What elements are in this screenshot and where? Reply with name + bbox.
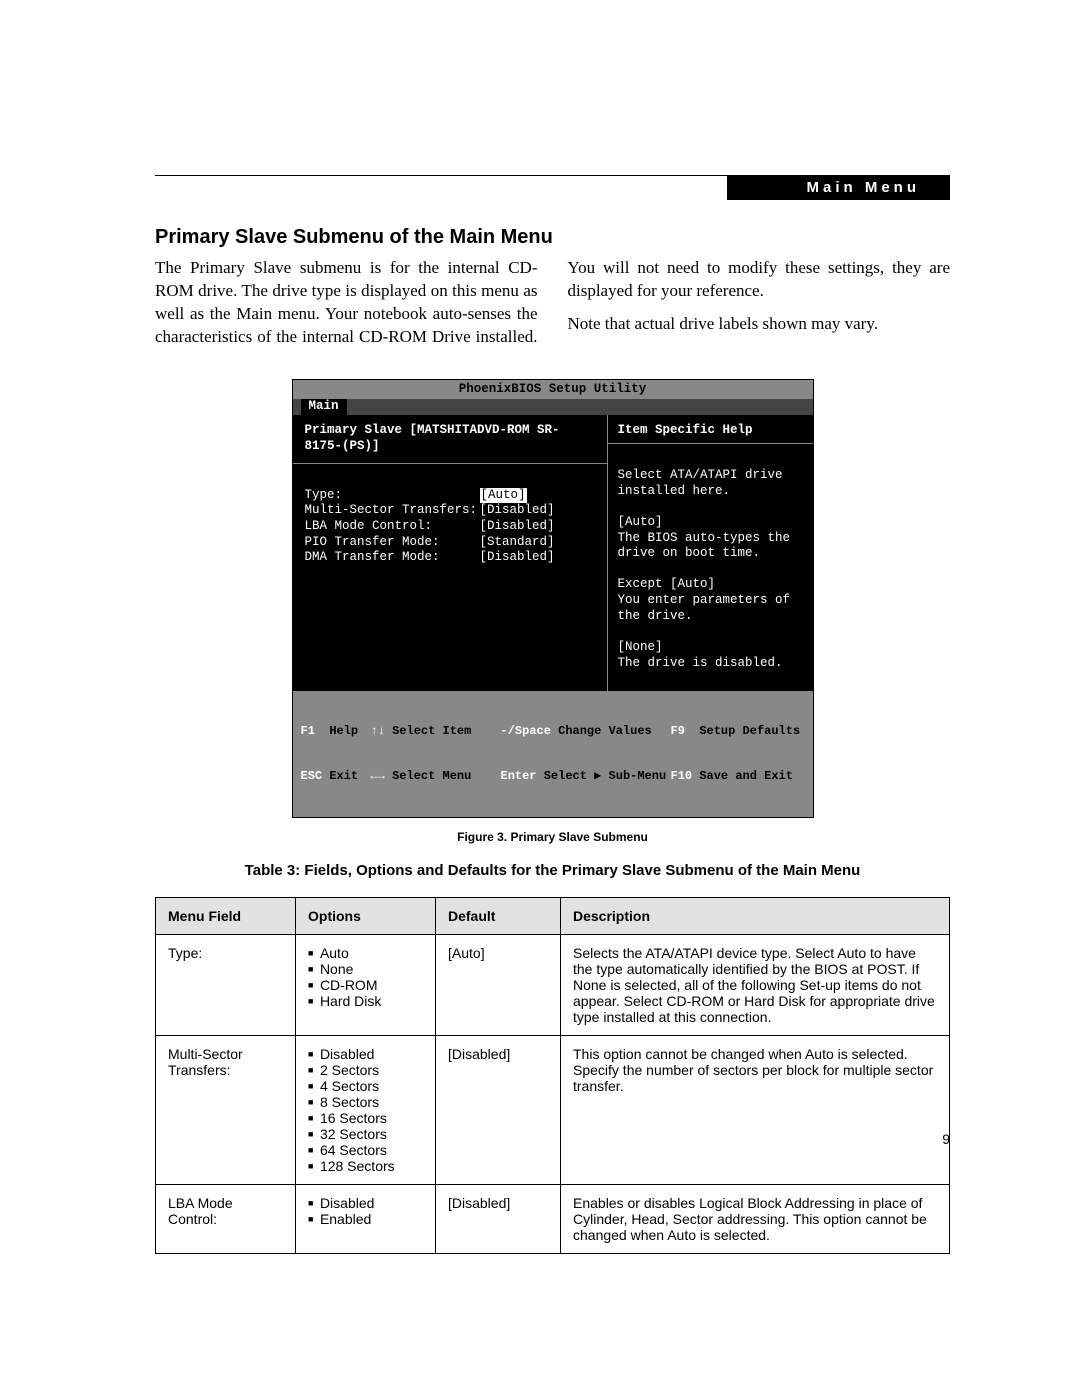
- table-caption: Table 3: Fields, Options and Defaults fo…: [155, 862, 950, 879]
- cell-menu-field: LBA Mode Control:: [156, 1185, 296, 1254]
- option-item: 128 Sectors: [308, 1158, 423, 1174]
- bios-help-line: [618, 562, 803, 578]
- cell-options: DisabledEnabled: [296, 1185, 436, 1254]
- option-item: Disabled: [308, 1046, 423, 1062]
- cell-options: Disabled2 Sectors4 Sectors8 Sectors16 Se…: [296, 1036, 436, 1185]
- th-menu-field: Menu Field: [156, 898, 296, 935]
- option-item: 2 Sectors: [308, 1062, 423, 1078]
- bios-help-line: the drive.: [618, 609, 803, 625]
- table-row: Multi-Sector Transfers:Disabled2 Sectors…: [156, 1036, 950, 1185]
- option-item: Enabled: [308, 1211, 423, 1227]
- th-options: Options: [296, 898, 436, 935]
- bios-help-line: You enter parameters of: [618, 593, 803, 609]
- bios-field-row: Type:[Auto]: [305, 488, 597, 504]
- bios-left-panel: Primary Slave [MATSHITADVD-ROM SR-8175-(…: [293, 415, 607, 691]
- bios-footer: F1 Help ↑↓ Select Item -/Space Change Va…: [293, 691, 813, 817]
- bios-tab-row: Main: [293, 399, 813, 415]
- bios-field-value: [Disabled]: [480, 503, 555, 519]
- cell-description: Selects the ATA/ATAPI device type. Selec…: [561, 935, 950, 1036]
- figure-caption: Figure 3. Primary Slave Submenu: [155, 830, 950, 844]
- bios-help-line: [618, 624, 803, 640]
- option-item: Auto: [308, 945, 423, 961]
- header-rule: Main Menu: [155, 175, 950, 176]
- cell-options: AutoNoneCD-ROMHard Disk: [296, 935, 436, 1036]
- table-row: LBA Mode Control:DisabledEnabled[Disable…: [156, 1185, 950, 1254]
- bios-help-line: [618, 499, 803, 515]
- bios-field-value: [Auto]: [480, 488, 527, 504]
- cell-default: [Disabled]: [436, 1036, 561, 1185]
- bios-field-row: Multi-Sector Transfers:[Disabled]: [305, 503, 597, 519]
- option-item: 4 Sectors: [308, 1078, 423, 1094]
- options-table: Menu Field Options Default Description T…: [155, 897, 950, 1254]
- page-number: 9: [942, 1131, 950, 1147]
- th-description: Description: [561, 898, 950, 935]
- bios-help-line: Select ATA/ATAPI drive: [618, 468, 803, 484]
- bios-help-line: installed here.: [618, 484, 803, 500]
- option-item: 64 Sectors: [308, 1142, 423, 1158]
- bios-field-row: PIO Transfer Mode:[Standard]: [305, 535, 597, 551]
- cell-default: [Disabled]: [436, 1185, 561, 1254]
- bios-help-line: The BIOS auto-types the: [618, 531, 803, 547]
- bios-field-row: DMA Transfer Mode:[Disabled]: [305, 550, 597, 566]
- option-item: Hard Disk: [308, 993, 423, 1009]
- bios-field-row: LBA Mode Control:[Disabled]: [305, 519, 597, 535]
- cell-default: [Auto]: [436, 935, 561, 1036]
- bios-help-line: [None]: [618, 640, 803, 656]
- bios-help-line: The drive is disabled.: [618, 656, 803, 672]
- bios-left-header: Primary Slave [MATSHITADVD-ROM SR-8175-(…: [305, 423, 597, 466]
- bios-help-line: Except [Auto]: [618, 577, 803, 593]
- cell-menu-field: Type:: [156, 935, 296, 1036]
- bios-field-key: LBA Mode Control:: [305, 519, 480, 535]
- option-item: 8 Sectors: [308, 1094, 423, 1110]
- bios-field-value: [Standard]: [480, 535, 555, 551]
- bios-help-line: [Auto]: [618, 515, 803, 531]
- table-row: Type:AutoNoneCD-ROMHard Disk[Auto]Select…: [156, 935, 950, 1036]
- header-bar: Main Menu: [727, 175, 951, 200]
- bios-help-panel: Item Specific Help Select ATA/ATAPI driv…: [607, 415, 813, 691]
- option-item: CD-ROM: [308, 977, 423, 993]
- cell-description: Enables or disables Logical Block Addres…: [561, 1185, 950, 1254]
- body-columns: The Primary Slave submenu is for the int…: [155, 257, 950, 349]
- bios-field-key: Multi-Sector Transfers:: [305, 503, 480, 519]
- th-default: Default: [436, 898, 561, 935]
- bios-screenshot: PhoenixBIOS Setup Utility Main Primary S…: [292, 379, 814, 818]
- bios-help-line: drive on boot time.: [618, 546, 803, 562]
- option-item: 16 Sectors: [308, 1110, 423, 1126]
- option-item: None: [308, 961, 423, 977]
- bios-field-value: [Disabled]: [480, 550, 555, 566]
- cell-menu-field: Multi-Sector Transfers:: [156, 1036, 296, 1185]
- bios-help-header: Item Specific Help: [618, 423, 803, 451]
- option-item: 32 Sectors: [308, 1126, 423, 1142]
- bios-title: PhoenixBIOS Setup Utility: [293, 380, 813, 400]
- section-title: Primary Slave Submenu of the Main Menu: [155, 226, 950, 249]
- bios-field-key: Type:: [305, 488, 480, 504]
- bios-field-value: [Disabled]: [480, 519, 555, 535]
- bios-field-key: DMA Transfer Mode:: [305, 550, 480, 566]
- bios-field-key: PIO Transfer Mode:: [305, 535, 480, 551]
- option-item: Disabled: [308, 1195, 423, 1211]
- body-paragraph-2: Note that actual drive labels shown may …: [568, 313, 951, 336]
- bios-tab-main: Main: [301, 399, 347, 415]
- cell-description: This option cannot be changed when Auto …: [561, 1036, 950, 1185]
